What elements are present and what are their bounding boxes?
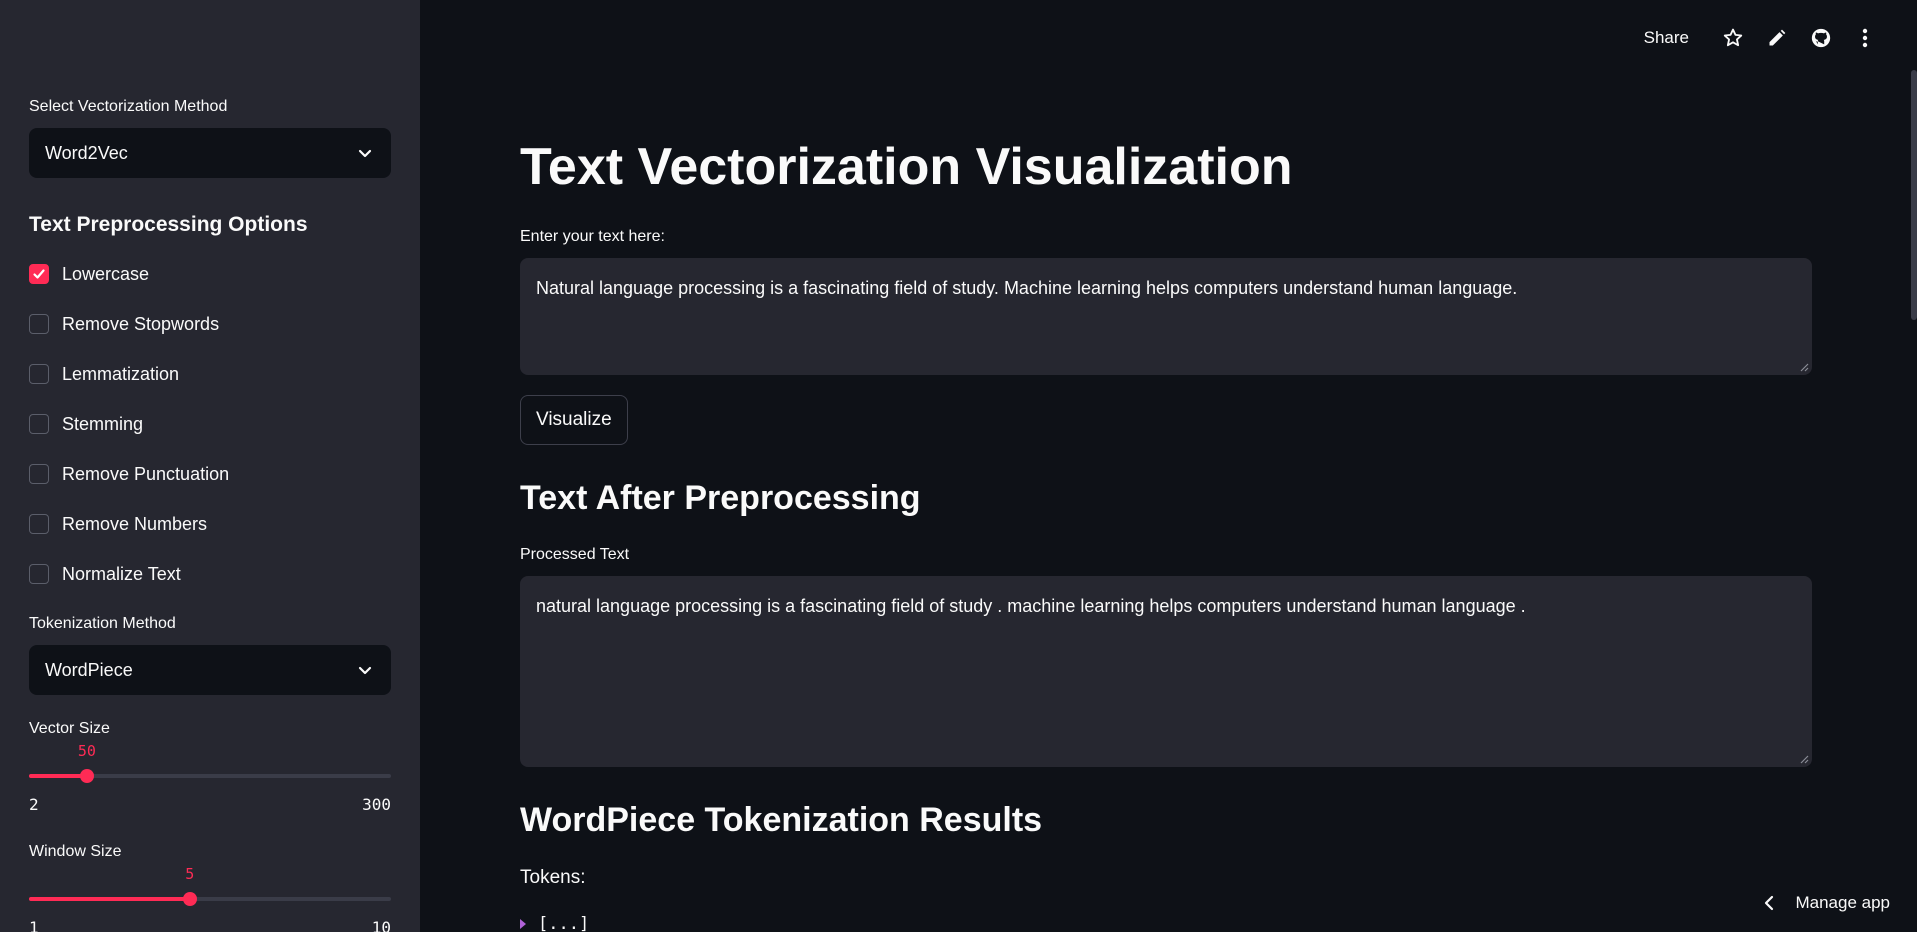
checkbox-label: Remove Numbers xyxy=(62,513,208,534)
checkbox-normalize-text[interactable]: Normalize Text xyxy=(29,562,181,586)
tokens-preview: [...] xyxy=(538,914,590,932)
edit-icon[interactable] xyxy=(1755,22,1799,54)
preprocessing-result-heading: Text After Preprocessing xyxy=(520,479,921,517)
processed-text-label: Processed Text xyxy=(520,546,630,563)
slider-value: 5 xyxy=(185,865,195,883)
checkbox-remove-punctuation[interactable]: Remove Punctuation xyxy=(29,462,229,486)
checkbox-stemming[interactable]: Stemming xyxy=(29,412,143,436)
slider-fill xyxy=(29,897,190,901)
check-icon xyxy=(33,269,45,279)
vector-size-slider[interactable]: 50 xyxy=(29,742,391,786)
preprocessing-heading: Text Preprocessing Options xyxy=(29,213,308,236)
checkbox-box[interactable] xyxy=(29,314,49,334)
vectorization-method-label: Select Vectorization Method xyxy=(29,98,228,115)
manage-app-label: Manage app xyxy=(1795,893,1890,912)
window-size-label: Window Size xyxy=(29,843,122,860)
vectorization-method-select[interactable]: Word2Vec xyxy=(29,128,391,178)
vectorization-method-value: Word2Vec xyxy=(45,142,128,163)
resize-handle-icon[interactable] xyxy=(1799,754,1809,764)
slider-fill xyxy=(29,774,87,778)
vector-size-min: 2 xyxy=(29,795,39,814)
window-size-min: 1 xyxy=(29,918,39,932)
tokenization-results-heading: WordPiece Tokenization Results xyxy=(520,801,1043,839)
github-icon[interactable] xyxy=(1799,22,1843,54)
chevron-left-icon xyxy=(1765,895,1774,911)
checkbox-lowercase[interactable]: Lowercase xyxy=(29,262,149,286)
scrollbar[interactable] xyxy=(1911,70,1917,320)
window-size-max: 10 xyxy=(371,918,391,932)
checkbox-label: Remove Punctuation xyxy=(62,463,230,484)
slider-value: 50 xyxy=(77,742,96,760)
tokenization-method-value: WordPiece xyxy=(45,659,133,680)
checkbox-label: Lemmatization xyxy=(62,363,180,384)
input-textarea[interactable]: Natural language processing is a fascina… xyxy=(520,258,1812,375)
manage-app-button[interactable]: Manage app xyxy=(1763,893,1890,913)
tokens-json-expander[interactable]: [...] xyxy=(520,914,589,932)
slider-thumb[interactable] xyxy=(182,892,197,906)
checkbox-box[interactable] xyxy=(29,464,49,484)
window-size-slider[interactable]: 5 xyxy=(29,865,391,909)
toolbar: Share xyxy=(1644,22,1887,54)
checkbox-box[interactable] xyxy=(29,264,49,284)
input-text-value: Natural language processing is a fascina… xyxy=(536,278,1518,298)
vector-size-label: Vector Size xyxy=(29,720,110,737)
checkbox-label: Normalize Text xyxy=(62,563,181,584)
page-title: Text Vectorization Visualization xyxy=(520,138,1293,196)
slider-thumb[interactable] xyxy=(79,769,94,783)
resize-handle-icon[interactable] xyxy=(1799,362,1809,372)
more-options-icon[interactable] xyxy=(1843,22,1887,54)
input-text-label: Enter your text here: xyxy=(520,228,665,245)
expand-triangle-icon[interactable] xyxy=(520,919,526,929)
chevron-down-icon xyxy=(358,149,372,158)
tokenization-method-label: Tokenization Method xyxy=(29,615,176,632)
checkbox-box[interactable] xyxy=(29,514,49,534)
checkbox-label: Remove Stopwords xyxy=(62,313,220,334)
checkbox-label: Lowercase xyxy=(62,263,150,284)
checkbox-box[interactable] xyxy=(29,414,49,434)
tokens-label: Tokens: xyxy=(520,867,586,888)
checkbox-box[interactable] xyxy=(29,564,49,584)
checkbox-box[interactable] xyxy=(29,364,49,384)
share-button[interactable]: Share xyxy=(1644,28,1689,48)
checkbox-lemmatization[interactable]: Lemmatization xyxy=(29,362,179,386)
checkbox-label: Stemming xyxy=(62,413,144,434)
visualize-button[interactable]: Visualize xyxy=(520,395,628,445)
checkbox-remove-stopwords[interactable]: Remove Stopwords xyxy=(29,312,219,336)
checkbox-remove-numbers[interactable]: Remove Numbers xyxy=(29,512,207,536)
chevron-down-icon xyxy=(358,666,372,675)
processed-textarea[interactable]: natural language processing is a fascina… xyxy=(520,576,1812,767)
tokenization-method-select[interactable]: WordPiece xyxy=(29,645,391,695)
vector-size-max: 300 xyxy=(362,795,391,814)
processed-text-value: natural language processing is a fascina… xyxy=(536,596,1526,616)
sidebar: Select Vectorization Method Word2Vec Tex… xyxy=(0,0,420,932)
star-icon[interactable] xyxy=(1711,22,1755,54)
